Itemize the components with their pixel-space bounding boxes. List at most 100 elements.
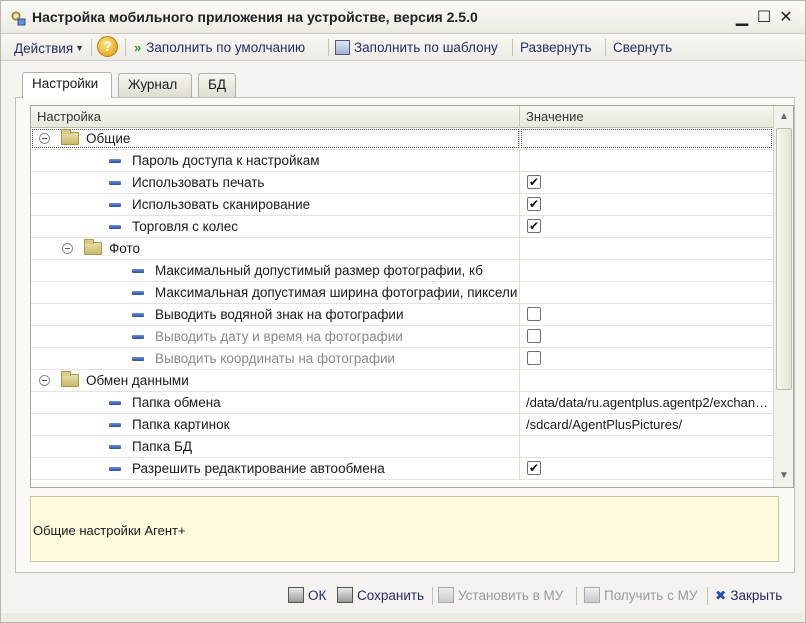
setting-name-cell[interactable]: Общие [31, 128, 520, 149]
close-icon: ✖ [715, 588, 727, 603]
setting-value-cell[interactable] [520, 370, 773, 391]
scroll-down-icon[interactable]: ▼ [775, 466, 793, 486]
tree-param-row[interactable]: Выводить координаты на фотографии [31, 348, 773, 370]
tree-param-row[interactable]: Пароль доступа к настройкам [31, 150, 773, 172]
close-button[interactable]: ✖ Закрыть [715, 586, 782, 606]
save-label: Сохранить [357, 588, 425, 603]
setting-label: Использовать печать [132, 175, 265, 190]
settings-app-icon [11, 11, 26, 26]
fill-template-button[interactable]: Заполнить по шаблону [335, 38, 498, 58]
setting-value-cell[interactable]: /sdcard/AgentPlusPictures/ [520, 414, 773, 435]
bottombar-separator [576, 587, 577, 605]
setting-checkbox[interactable] [527, 307, 541, 321]
close-label: Закрыть [730, 588, 783, 603]
setting-name-cell[interactable]: Папка БД [31, 436, 520, 457]
setting-label: Торговля с колес [132, 219, 239, 234]
tree-param-row[interactable]: Выводить дату и время на фотографии [31, 326, 773, 348]
collapse-toggle-icon[interactable] [62, 243, 73, 254]
setting-value-cell[interactable] [520, 348, 773, 369]
group-label: Фото [109, 241, 141, 256]
collapse-toggle-icon[interactable] [39, 133, 50, 144]
settings-panel: Настройка Значение Общие Пароль доступа к… [15, 97, 795, 573]
collapse-toggle-icon[interactable] [39, 375, 50, 386]
setting-name-cell[interactable]: Максимальная допустимая ширина фотографи… [31, 282, 520, 303]
tree-param-row[interactable]: Папка обмена/data/data/ru.agentplus.agen… [31, 392, 773, 414]
save-button[interactable]: Сохранить [337, 586, 424, 606]
scroll-thumb[interactable] [776, 128, 792, 390]
column-header-value[interactable]: Значение [520, 106, 773, 128]
setting-label: Папка картинок [132, 417, 230, 432]
upload-icon [438, 587, 454, 603]
ok-button[interactable]: ОК [288, 586, 326, 606]
setting-name-cell[interactable]: Выводить водяной знак на фотографии [31, 304, 520, 325]
tree-param-row[interactable]: Максимальный допустимый размер фотографи… [31, 260, 773, 282]
tab-journal[interactable]: Журнал [118, 73, 192, 97]
get-from-device-button[interactable]: Получить с МУ [584, 586, 697, 606]
tree-param-row[interactable]: Папка картинок/sdcard/AgentPlusPictures/ [31, 414, 773, 436]
scroll-up-icon[interactable]: ▲ [775, 107, 793, 127]
setting-name-cell[interactable]: Пароль доступа к настройкам [31, 150, 520, 171]
setting-value-cell[interactable]: ✔ [520, 216, 773, 237]
setting-value-cell[interactable]: /data/data/ru.agentplus.agentp2/exchange… [520, 392, 773, 413]
fill-default-button[interactable]: » Заполнить по умолчанию [134, 38, 305, 58]
setting-value-cell[interactable]: ✔ [520, 194, 773, 215]
setting-name-cell[interactable]: Выводить координаты на фотографии [31, 348, 520, 369]
ok-label: ОК [308, 588, 327, 603]
setting-value-cell[interactable]: ✔ [520, 172, 773, 193]
tree-group-row[interactable]: Обмен данными [31, 370, 773, 392]
setting-name-cell[interactable]: Использовать печать [31, 172, 520, 193]
setting-checkbox[interactable]: ✔ [527, 197, 541, 211]
setting-name-cell[interactable]: Выводить дату и время на фотографии [31, 326, 520, 347]
setting-checkbox[interactable]: ✔ [527, 175, 541, 189]
setting-value-cell[interactable] [520, 238, 773, 259]
collapse-button[interactable]: Свернуть [613, 38, 672, 58]
setting-value-cell[interactable] [520, 326, 773, 347]
tab-db[interactable]: БД [198, 73, 236, 97]
setting-value-text: /data/data/ru.agentplus.agentp2/exchange… [526, 395, 773, 410]
expand-button[interactable]: Развернуть [520, 38, 592, 58]
maximize-button[interactable]: ☐ [755, 9, 773, 27]
toolbar-separator [91, 39, 92, 56]
setting-value-cell[interactable] [520, 282, 773, 303]
vertical-scrollbar[interactable]: ▲ ▼ [773, 106, 793, 487]
tree-param-row[interactable]: Выводить водяной знак на фотографии [31, 304, 773, 326]
tree-group-row[interactable]: Общие [31, 128, 773, 150]
setting-name-cell[interactable]: Папка обмена [31, 392, 520, 413]
setting-checkbox[interactable] [527, 329, 541, 343]
setting-checkbox[interactable] [527, 351, 541, 365]
tree-param-row[interactable]: Использовать печать ✔ [31, 172, 773, 194]
grid-header: Настройка Значение [31, 106, 773, 128]
setting-checkbox[interactable]: ✔ [527, 219, 541, 233]
tree-param-row[interactable]: Максимальная допустимая ширина фотографи… [31, 282, 773, 304]
set-to-device-button[interactable]: Установить в МУ [438, 586, 563, 606]
setting-value-cell[interactable] [520, 260, 773, 281]
tree-param-row[interactable]: Торговля с колес ✔ [31, 216, 773, 238]
minimize-button[interactable]: ▁ [733, 9, 751, 27]
download-icon [584, 587, 600, 603]
actions-menu-button[interactable]: Действия ▼ [14, 38, 84, 58]
tab-settings[interactable]: Настройки [22, 72, 112, 98]
tree-param-row[interactable]: Использовать сканирование ✔ [31, 194, 773, 216]
setting-name-cell[interactable]: Фото [31, 238, 520, 259]
setting-name-cell[interactable]: Использовать сканирование [31, 194, 520, 215]
column-header-setting[interactable]: Настройка [31, 106, 520, 128]
setting-name-cell[interactable]: Максимальный допустимый размер фотографи… [31, 260, 520, 281]
tree-param-row[interactable]: Разрешить редактирование автообмена ✔ [31, 458, 773, 480]
tree-param-row[interactable]: Папка БД [31, 436, 773, 458]
set-label: Установить в МУ [458, 588, 564, 603]
setting-value-cell[interactable] [520, 436, 773, 457]
close-window-button[interactable]: ✕ [777, 9, 795, 27]
setting-name-cell[interactable]: Обмен данными [31, 370, 520, 391]
tree-group-row[interactable]: Фото [31, 238, 773, 260]
setting-value-cell[interactable] [520, 150, 773, 171]
setting-value-cell[interactable] [520, 128, 773, 149]
setting-value-cell[interactable]: ✔ [520, 458, 773, 479]
help-button[interactable]: ? [97, 36, 118, 57]
folder-icon [61, 129, 79, 145]
setting-name-cell[interactable]: Разрешить редактирование автообмена [31, 458, 520, 479]
setting-value-cell[interactable] [520, 304, 773, 325]
setting-name-cell[interactable]: Папка картинок [31, 414, 520, 435]
setting-name-cell[interactable]: Торговля с колес [31, 216, 520, 237]
toolbar-separator [125, 39, 126, 56]
setting-checkbox[interactable]: ✔ [527, 461, 541, 475]
